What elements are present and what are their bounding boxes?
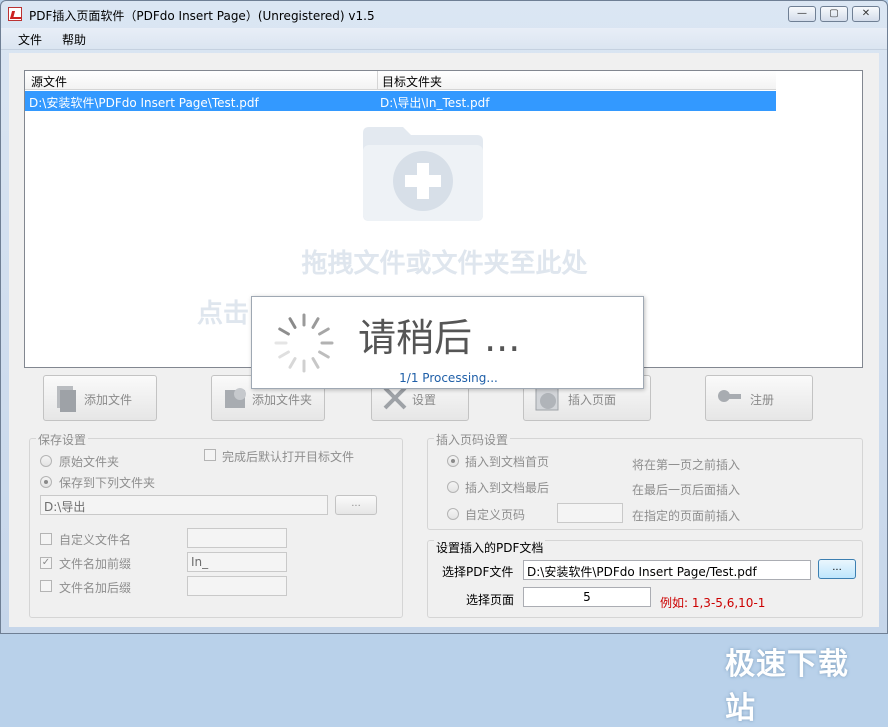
insert-position-title: 插入页码设置 [434, 431, 511, 448]
pdf-app-icon [8, 7, 22, 21]
column-separator[interactable] [377, 71, 378, 90]
drop-hint: 拖拽文件或文件夹至此处 [301, 249, 588, 279]
settings-label: 设置 [412, 393, 437, 407]
menu-file[interactable]: 文件 [18, 31, 42, 48]
radio-save-to-folder[interactable] [40, 476, 52, 488]
insert-pdf-title: 设置插入的PDF文档 [434, 539, 546, 556]
insert-first-desc: 将在第一页之前插入 [632, 458, 741, 472]
output-path-field[interactable]: D:\导出 [40, 495, 328, 515]
app-window: PDF插入页面软件（PDFdo Insert Page）(Unregistere… [0, 0, 888, 726]
pdf-file-path-field[interactable]: D:\安装软件\PDFdo Insert Page/Test.pdf [523, 560, 811, 580]
add-folder-small-icon [225, 388, 246, 408]
prefix-label: 文件名加前缀 [59, 557, 132, 571]
window-title: PDF插入页面软件（PDFdo Insert Page）(Unregistere… [29, 9, 375, 23]
key-icon [718, 390, 741, 402]
add-file-icon [57, 386, 76, 412]
select-page-label: 选择页面 [466, 593, 515, 607]
title-bar[interactable]: PDF插入页面软件（PDFdo Insert Page）(Unregistere… [1, 1, 887, 27]
custom-page-desc: 在指定的页面前插入 [632, 509, 741, 523]
page-number-field[interactable]: 5 [523, 587, 651, 607]
please-wait-text: 请稍后 ... [358, 316, 521, 360]
custom-filename-field[interactable] [187, 528, 287, 548]
custom-page-label: 自定义页码 [465, 508, 526, 522]
maximize-button[interactable]: ▢ [820, 6, 848, 22]
checkbox-suffix[interactable] [40, 580, 52, 592]
save-settings-title: 保存设置 [36, 431, 89, 448]
browse-pdf-button[interactable]: ... [818, 559, 856, 579]
checkbox-custom-filename[interactable] [40, 533, 52, 545]
menu-bar: 文件 帮助 [1, 28, 887, 50]
row-source-cell: D:\安装软件\PDFdo Insert Page\Test.pdf [29, 96, 259, 110]
insert-last-label: 插入到文档最后 [465, 481, 550, 495]
drop-hint-click: 点击 [197, 299, 250, 329]
insert-position-group: 插入页码设置 插入到文档首页 将在第一页之前插入 插入到文档最后 在最后一页后面… [427, 431, 863, 530]
radio-custom-page[interactable] [447, 508, 459, 520]
custom-filename-label: 自定义文件名 [59, 533, 132, 547]
radio-original-folder[interactable] [40, 455, 52, 467]
open-after-done-label: 完成后默认打开目标文件 [222, 450, 355, 464]
custom-page-field[interactable] [557, 503, 623, 523]
insert-page-label: 插入页面 [568, 393, 617, 407]
list-row[interactable]: D:\安装软件\PDFdo Insert Page\Test.pdf D:\导出… [25, 91, 776, 111]
menu-help[interactable]: 帮助 [62, 31, 86, 48]
checkbox-prefix[interactable]: ✓ [40, 557, 52, 569]
checkbox-open-after-done[interactable] [204, 449, 216, 461]
loading-spinner-icon [274, 313, 334, 373]
column-source[interactable]: 源文件 [31, 73, 67, 90]
processing-dialog: 请稍后 ... 1/1 Processing... [251, 296, 644, 389]
add-file-button[interactable]: 添加文件 [43, 375, 157, 421]
page-format-example: 例如: 1,3-5,6,10-1 [660, 596, 766, 610]
browse-output-button[interactable]: ... [335, 495, 377, 515]
original-folder-label: 原始文件夹 [59, 455, 120, 469]
save-settings-group: 保存设置 原始文件夹 保存到下列文件夹 完成后默认打开目标文件 D:\导出 ..… [29, 431, 403, 618]
insert-first-label: 插入到文档首页 [465, 455, 550, 469]
row-target-cell: D:\导出\In_Test.pdf [380, 96, 490, 110]
minimize-button[interactable]: — [788, 6, 816, 22]
add-file-label: 添加文件 [84, 393, 133, 407]
select-pdf-label: 选择PDF文件 [442, 565, 514, 579]
suffix-label: 文件名加后缀 [59, 581, 132, 595]
insert-pdf-group: 设置插入的PDF文档 选择PDF文件 D:\安装软件\PDFdo Insert … [427, 539, 863, 618]
list-header: 源文件 目标文件夹 [25, 71, 776, 90]
add-folder-icon [363, 127, 483, 221]
radio-insert-first[interactable] [447, 455, 459, 467]
close-button[interactable]: ✕ [852, 6, 880, 22]
save-to-folder-label: 保存到下列文件夹 [59, 476, 156, 490]
processing-progress: 1/1 Processing... [399, 371, 498, 385]
prefix-field[interactable]: In_ [187, 552, 287, 572]
suffix-field[interactable] [187, 576, 287, 596]
register-label: 注册 [750, 393, 775, 407]
column-target[interactable]: 目标文件夹 [382, 73, 442, 90]
add-folder-label: 添加文件夹 [252, 393, 313, 407]
radio-insert-last[interactable] [447, 481, 459, 493]
site-watermark: 极速下载站 [725, 647, 849, 726]
insert-last-desc: 在最后一页后面插入 [632, 483, 741, 497]
register-button[interactable]: 注册 [705, 375, 813, 421]
